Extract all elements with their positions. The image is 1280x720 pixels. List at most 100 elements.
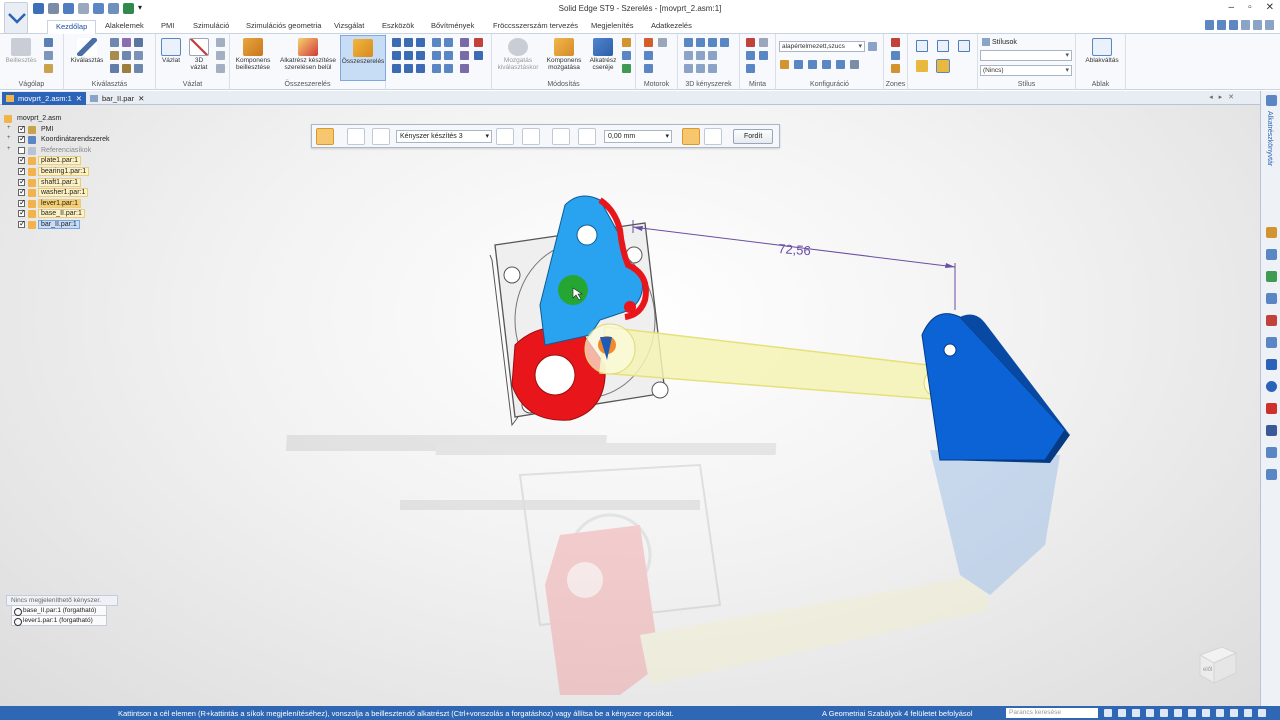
constraint-3d-3-icon[interactable] (708, 38, 717, 47)
constraint-3d-10-icon[interactable] (708, 64, 717, 73)
status-tool-4-icon[interactable] (1146, 709, 1154, 717)
options-icon[interactable] (347, 128, 365, 145)
3d-model-scene[interactable]: 72,56 (0, 105, 1260, 706)
constraint-3d-5-icon[interactable] (684, 51, 693, 60)
drag-component-button[interactable]: Mozgatás kiválasztáskor (496, 38, 540, 71)
constraint-3d-8-icon[interactable] (684, 64, 693, 73)
status-tool-9-icon[interactable] (1216, 709, 1224, 717)
format-painter-icon[interactable] (44, 64, 53, 73)
dock-tool-9-icon[interactable] (1266, 469, 1277, 480)
visibility-checkbox[interactable] (18, 187, 26, 197)
status-tool-6-icon[interactable] (1174, 709, 1182, 717)
config-tool-2-icon[interactable] (794, 60, 803, 69)
flip-button[interactable]: Fordít (733, 129, 774, 144)
layout-icon[interactable] (1229, 20, 1238, 30)
pattern-along-curve-icon[interactable] (746, 51, 755, 60)
connect-icon[interactable] (444, 38, 453, 47)
planar-align-icon[interactable] (404, 38, 413, 47)
view-cube-1-icon[interactable] (916, 40, 928, 52)
tab-home[interactable]: Kezdőlap (47, 20, 97, 35)
switch-windows-button[interactable]: Ablakváltás (1080, 38, 1124, 64)
mirror-icon[interactable] (759, 38, 768, 47)
status-tool-2-icon[interactable] (1118, 709, 1126, 717)
visibility-checkbox[interactable] (18, 177, 26, 186)
tab-sim-geometry[interactable]: Szimulációs geometria (238, 20, 329, 31)
status-tool-11-icon[interactable] (1244, 709, 1252, 717)
help-icon[interactable] (1205, 20, 1214, 30)
insert-icon[interactable] (432, 38, 441, 47)
rigid-set-icon[interactable] (474, 51, 483, 60)
show-icon[interactable] (122, 51, 131, 60)
relationship-row[interactable]: base_II.par:1 (forgatható) (11, 606, 107, 616)
style-dropdown[interactable]: (Nincs) (980, 65, 1072, 76)
command-search-input[interactable]: Parancs keresése (1006, 708, 1098, 718)
match-cs-icon[interactable] (432, 51, 441, 60)
show-relations-icon[interactable] (432, 64, 441, 73)
motor-extra-icon[interactable] (658, 38, 667, 47)
constraint-3d-4-icon[interactable] (720, 38, 729, 47)
styles-label[interactable]: Stílusok (982, 38, 1017, 46)
visibility-checkbox[interactable] (18, 155, 26, 165)
select-filter-icon[interactable] (122, 38, 131, 47)
parts-library-tab[interactable]: Alkatrészkönyvtár (1266, 111, 1273, 166)
simulate-motor-icon[interactable] (644, 51, 653, 60)
close-tab-icon[interactable]: ✕ (76, 94, 82, 103)
lock-rotation-icon[interactable] (682, 128, 700, 145)
relationship-type-dropdown[interactable]: Kényszer készítés 3 (396, 130, 492, 143)
facebook-icon[interactable] (1266, 425, 1277, 436)
shaded-cube-icon[interactable] (916, 60, 928, 72)
tangent-icon[interactable] (392, 51, 401, 60)
select-manager-icon[interactable] (134, 64, 143, 73)
status-tool-8-icon[interactable] (1202, 709, 1210, 717)
status-tool-1-icon[interactable] (1104, 709, 1112, 717)
sketch-tool-2-icon[interactable] (216, 51, 225, 60)
paste-button[interactable]: Beillesztés (4, 38, 38, 64)
geometric-rules-status[interactable]: A Geometriai Szabályok 4 felületet befol… (822, 709, 973, 718)
move-components-button[interactable]: Komponens mozgatása (542, 38, 586, 71)
path-icon[interactable] (460, 51, 469, 60)
parallel-icon[interactable] (416, 51, 425, 60)
config-tool-6-icon[interactable] (850, 60, 859, 69)
visibility-checkbox[interactable] (18, 208, 26, 218)
config-tool-3-icon[interactable] (808, 60, 817, 69)
config-tool-5-icon[interactable] (836, 60, 845, 69)
dock-tool-5-icon[interactable] (1266, 315, 1277, 326)
relation-assistant-icon[interactable] (460, 64, 469, 73)
cut-icon[interactable] (44, 38, 53, 47)
ground-icon[interactable] (392, 64, 401, 73)
motor-icon[interactable] (644, 38, 653, 47)
place-component-button[interactable]: Komponens beillesztése (232, 38, 274, 71)
visibility-checkbox[interactable] (18, 166, 26, 175)
constraint-3d-2-icon[interactable] (696, 38, 705, 47)
expand-icon[interactable]: + (7, 135, 11, 141)
close-tab-icon[interactable]: ✕ (138, 94, 144, 103)
tab-data-management[interactable]: Adatkezelés (643, 20, 700, 31)
youtube-icon[interactable] (1266, 403, 1277, 414)
tab-view[interactable]: Megjelenítés (583, 20, 642, 31)
visibility-checkbox[interactable] (18, 198, 26, 207)
sketch-3d-button[interactable]: 3D vázlat (186, 38, 212, 71)
axial-align-icon[interactable] (416, 38, 425, 47)
select-button[interactable]: Kiválasztás (68, 38, 106, 64)
zone-3-icon[interactable] (891, 64, 900, 73)
zone-2-icon[interactable] (891, 51, 900, 60)
pattern-icon[interactable] (746, 38, 755, 47)
offset-type-icon[interactable] (552, 128, 570, 145)
constraint-3d-9-icon[interactable] (696, 64, 705, 73)
view-orientation-cube[interactable]: elől (1194, 641, 1240, 687)
mate-icon[interactable] (392, 38, 401, 47)
distance-dimension[interactable]: 72,56 (632, 220, 956, 310)
tab-inspect[interactable]: Vizsgálat (326, 20, 372, 31)
shaded-edges-cube-icon[interactable] (936, 59, 950, 73)
offset-input[interactable]: 0,00 mm (604, 130, 672, 143)
dock-pin-icon[interactable] (1266, 95, 1277, 106)
doc-tab-navigation[interactable]: ◂ ▸ ✕ (1209, 93, 1236, 101)
dock-tool-1-icon[interactable] (1266, 227, 1277, 238)
sketch-tool-icon[interactable] (216, 38, 225, 47)
visibility-checkbox[interactable] (18, 146, 25, 154)
zone-icon[interactable] (891, 38, 900, 47)
relationship-list-icon[interactable] (372, 128, 390, 145)
sketch-tool-3-icon[interactable] (216, 64, 225, 73)
dock-tool-6-icon[interactable] (1266, 337, 1277, 348)
view-cube-3-icon[interactable] (958, 40, 970, 52)
